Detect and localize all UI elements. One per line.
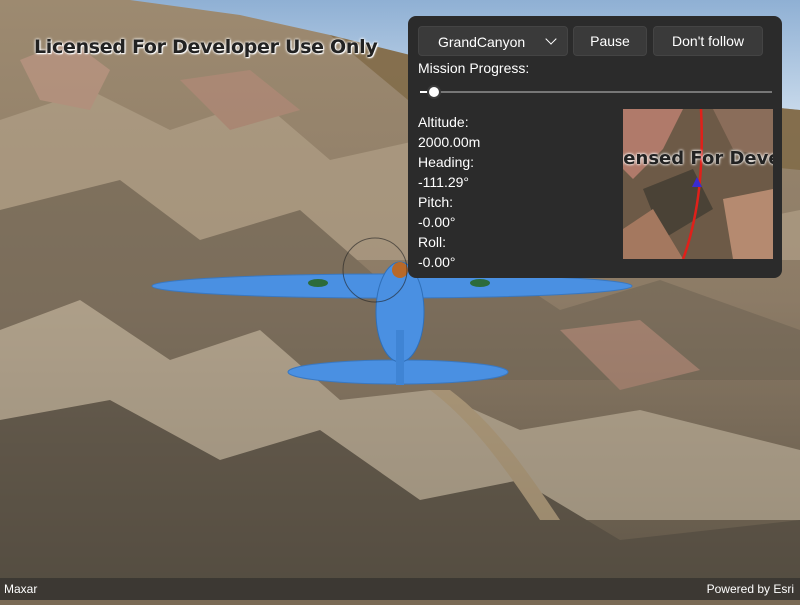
mission-progress-slider[interactable]	[420, 84, 772, 100]
altitude-label: Altitude:	[418, 114, 469, 130]
mission-select[interactable]: GrandCanyon	[418, 26, 568, 56]
mission-select-value: GrandCanyon	[438, 34, 526, 50]
attribution-esri[interactable]: Powered by Esri	[707, 582, 794, 596]
pitch-label: Pitch:	[418, 194, 454, 210]
pause-button[interactable]: Pause	[573, 26, 647, 56]
slider-track	[420, 91, 772, 93]
flight-readout: Altitude: 2000.00m Heading: -111.29° Pit…	[418, 112, 480, 272]
flight-control-panel: GrandCanyon Pause Don't follow Mission P…	[408, 16, 782, 278]
minimap-terrain	[623, 109, 773, 259]
attribution-bar: Maxar Powered by Esri	[0, 578, 800, 600]
chevron-down-icon	[545, 33, 557, 45]
roll-label: Roll:	[418, 234, 447, 250]
roll-value: -0.00°	[418, 254, 456, 270]
attribution-maxar: Maxar	[4, 582, 38, 596]
pitch-value: -0.00°	[418, 214, 456, 230]
heading-label: Heading:	[418, 154, 475, 170]
minimap-view[interactable]: Licensed For Developer Use Only	[623, 109, 773, 259]
mission-progress-label: Mission Progress:	[418, 60, 530, 76]
developer-watermark: Licensed For Developer Use Only	[34, 36, 378, 58]
slider-thumb[interactable]	[427, 85, 441, 99]
minimap-watermark: Licensed For Developer Use Only	[623, 148, 773, 169]
altitude-value: 2000.00m	[418, 134, 481, 150]
follow-toggle-button[interactable]: Don't follow	[653, 26, 763, 56]
heading-value: -111.29°	[418, 174, 470, 190]
